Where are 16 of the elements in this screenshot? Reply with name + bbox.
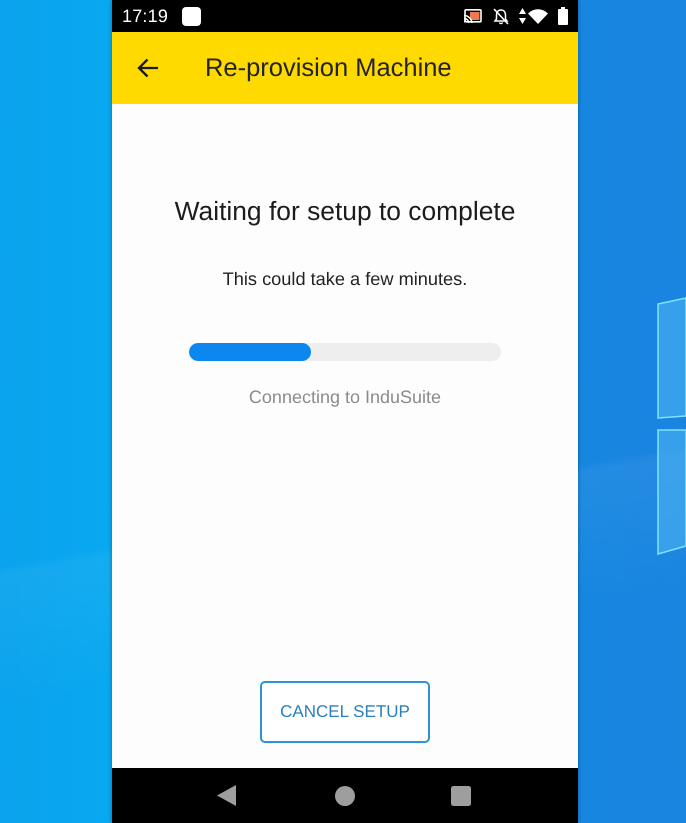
wifi-icon bbox=[528, 8, 548, 24]
waiting-heading: Waiting for setup to complete bbox=[174, 196, 516, 226]
recents-icon[interactable] bbox=[451, 786, 471, 806]
battery-icon bbox=[558, 7, 568, 25]
duration-note: This could take a few minutes. bbox=[222, 268, 468, 290]
connection-status: Connecting to InduSuite bbox=[248, 386, 442, 408]
back-icon[interactable] bbox=[217, 785, 236, 806]
clock-time: 17:19 bbox=[122, 6, 168, 26]
back-arrow-icon[interactable] bbox=[137, 58, 159, 78]
cancel-setup-button[interactable]: CANCEL SETUP bbox=[260, 681, 430, 743]
home-icon[interactable] bbox=[335, 786, 355, 806]
square-icon bbox=[182, 6, 202, 26]
data-arrows-icon bbox=[519, 8, 526, 24]
cast-icon bbox=[464, 9, 482, 23]
bell-off-icon bbox=[493, 8, 509, 24]
screen-title: Re-provision Machine bbox=[205, 54, 452, 82]
